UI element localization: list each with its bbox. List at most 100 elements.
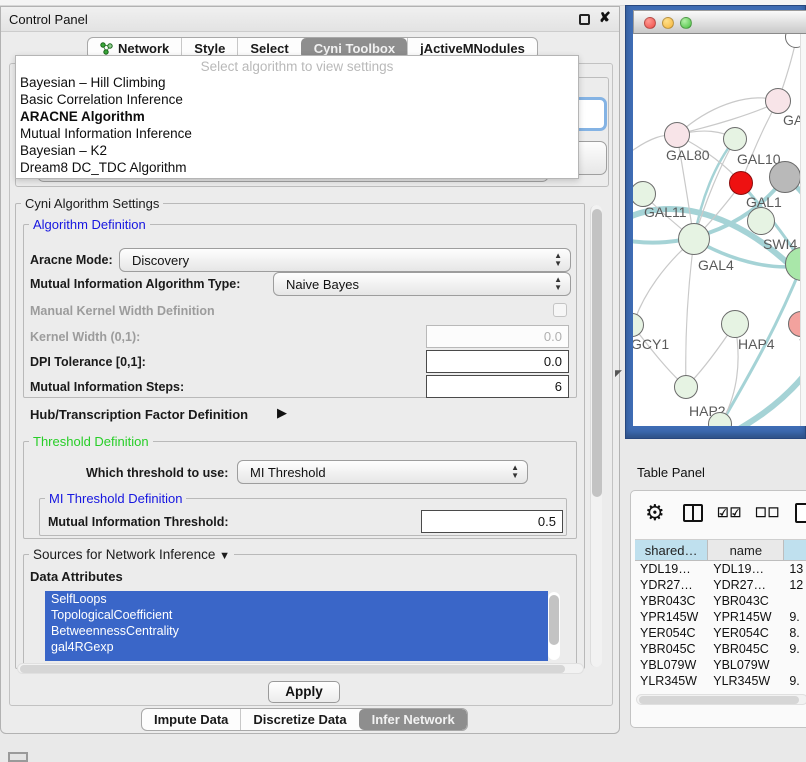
network-node-gal[interactable] [765,88,791,114]
algorithm-popup-item[interactable]: Bayesian – Hill Climbing [16,74,578,91]
algorithm-popup-item[interactable]: Mutual Information Inference [16,125,578,142]
algorithm-popup-item[interactable]: ARACNE Algorithm [16,108,578,125]
tab-label: Cyni Toolbox [314,41,395,56]
mi-threshold-field[interactable]: 0.5 [421,510,563,533]
attribute-list-item[interactable]: gal4RGexp [45,639,548,655]
hub-definition-toggle[interactable]: Hub/Transcription Factor Definition [30,407,248,422]
table-cell: 9. [784,641,806,657]
control-panel-title: Control Panel [9,12,88,27]
apply-button[interactable]: Apply [268,681,340,703]
table-row[interactable]: YIL052CYIL052C9. [635,689,806,691]
table-cell: YBR043C [708,593,784,609]
settings-scrollbar[interactable] [590,205,602,667]
column-merge-icon[interactable] [683,504,703,522]
table-rows: YDL19…YDL19…13YDR27…YDR27…12YBR043CYBR04… [635,561,806,691]
table-cell: YDR27… [708,577,784,593]
stepper-arrows-icon: ▲▼ [511,464,519,480]
network-icon [100,42,113,55]
splitter-collapse-icon[interactable]: ◤ [615,368,622,379]
algorithm-popup-items: Bayesian – Hill ClimbingBasic Correlatio… [16,74,578,176]
table-column-header[interactable]: shared… [635,540,708,560]
tab-impute-data[interactable]: Impute Data [142,709,240,730]
algorithm-select-popup: Select algorithm to view settings Bayesi… [15,55,579,179]
algorithm-popup-item[interactable]: Bayesian – K2 [16,142,578,159]
close-window-icon[interactable]: ✘ [599,9,611,26]
deselect-all-checkboxes-icon[interactable]: ☐☐ [755,505,780,521]
table-hscrollbar[interactable] [636,694,806,705]
mi-type-combo[interactable]: Naive Bayes ▲▼ [273,272,571,296]
table-cell: 9. [784,689,806,691]
zoom-traffic-light-icon[interactable] [680,17,692,29]
network-node-swi4[interactable] [747,207,775,235]
table-cell: 13 [784,561,806,577]
document-icon[interactable] [795,503,806,523]
aracne-mode-combo[interactable]: Discovery ▲▼ [119,248,571,272]
network-node-gal80[interactable] [664,122,690,148]
table-cell: YBR045C [708,641,784,657]
float-window-icon[interactable] [579,14,590,25]
sources-title[interactable]: Sources for Network Inference ▼ [29,547,234,562]
gear-icon[interactable]: ⚙ [645,500,665,526]
table-row[interactable]: YDR27…YDR27…12 [635,577,806,593]
mi-steps-label: Mutual Information Steps: [30,380,184,394]
table-column-header[interactable] [784,540,806,560]
table-cell: YBR045C [635,641,708,657]
mi-steps-field[interactable]: 6 [426,375,569,398]
cyni-settings-title: Cyni Algorithm Settings [21,196,163,211]
network-view-window: GALGAL80GAL10GAL1GAL11SWI4GAL4GCY1HAP4YH… [625,5,806,439]
select-all-checkboxes-icon[interactable]: ☑☑ [717,505,742,521]
attribute-list-item[interactable]: BetweennessCentrality [45,623,548,639]
table-cell: YPR145W [708,609,784,625]
network-node[interactable] [769,161,801,193]
table-row[interactable]: YPR145WYPR145W9. [635,609,806,625]
dpi-tolerance-field[interactable]: 0.0 [426,350,569,373]
table-row[interactable]: YBR043CYBR043C [635,593,806,609]
network-node-gal1[interactable] [729,171,753,195]
network-node-label: GAL80 [666,147,710,163]
tab-infer-network[interactable]: Infer Network [359,709,467,730]
minimized-panel-icon[interactable] [8,752,28,762]
tab-discretize-data[interactable]: Discretize Data [240,709,358,730]
table-column-header[interactable]: name [708,540,784,560]
network-node-hap2[interactable] [674,375,698,399]
table-header-row[interactable]: shared…name [635,540,806,561]
network-canvas[interactable]: GALGAL80GAL10GAL1GAL11SWI4GAL4GCY1HAP4YH… [633,34,806,426]
table-cell: YER054C [708,625,784,641]
which-threshold-combo[interactable]: MI Threshold ▲▼ [237,460,528,484]
manual-kernel-checkbox[interactable] [553,303,567,317]
dpi-tolerance-label: DPI Tolerance [0,1]: [30,355,146,369]
tab-label: jActiveMNodules [420,41,525,56]
table-cell: YBL079W [635,657,708,673]
network-node-gal4[interactable] [678,223,710,255]
control-panel-window: Control Panel ✘ NetworkStyleSelectCyni T… [0,6,620,734]
node-table[interactable]: shared…name YDL19…YDL19…13YDR27…YDR27…12… [635,539,806,691]
table-row[interactable]: YBL079WYBL079W [635,657,806,673]
table-cell: 12 [784,577,806,593]
kernel-width-field[interactable]: 0.0 [426,325,569,348]
which-threshold-label: Which threshold to use: [86,466,228,480]
network-node-hap4[interactable] [721,310,749,338]
attributes-scrollbar[interactable] [548,592,560,660]
collapsed-arrow-icon[interactable]: ▶ [277,405,287,421]
close-traffic-light-icon[interactable] [644,17,656,29]
attribute-list-item[interactable]: TopologicalCoefficient [45,607,548,623]
control-panel-titlebar[interactable]: Control Panel ✘ [1,7,619,32]
table-row[interactable]: YDL19…YDL19…13 [635,561,806,577]
data-attributes-list[interactable]: SelfLoopsTopologicalCoefficientBetweenne… [45,591,548,661]
network-window-titlebar[interactable] [633,10,806,34]
stepper-arrows-icon: ▲▼ [554,252,562,268]
algorithm-popup-item[interactable]: Dream8 DC_TDC Algorithm [16,159,578,176]
table-row[interactable]: YLR345WYLR345W9. [635,673,806,689]
table-cell: YIL052C [708,689,784,691]
table-cell: YDL19… [708,561,784,577]
network-node-gal10[interactable] [723,127,747,151]
table-cell: YBL079W [708,657,784,673]
settings-hscrollbar[interactable] [17,663,584,674]
expanded-arrow-icon: ▼ [219,550,230,562]
table-row[interactable]: YER054CYER054C8. [635,625,806,641]
algorithm-popup-item[interactable]: Basic Correlation Inference [16,91,578,108]
attribute-list-item[interactable]: SelfLoops [45,591,548,607]
algorithm-definition-title: Algorithm Definition [29,217,150,232]
minimize-traffic-light-icon[interactable] [662,17,674,29]
table-row[interactable]: YBR045CYBR045C9. [635,641,806,657]
